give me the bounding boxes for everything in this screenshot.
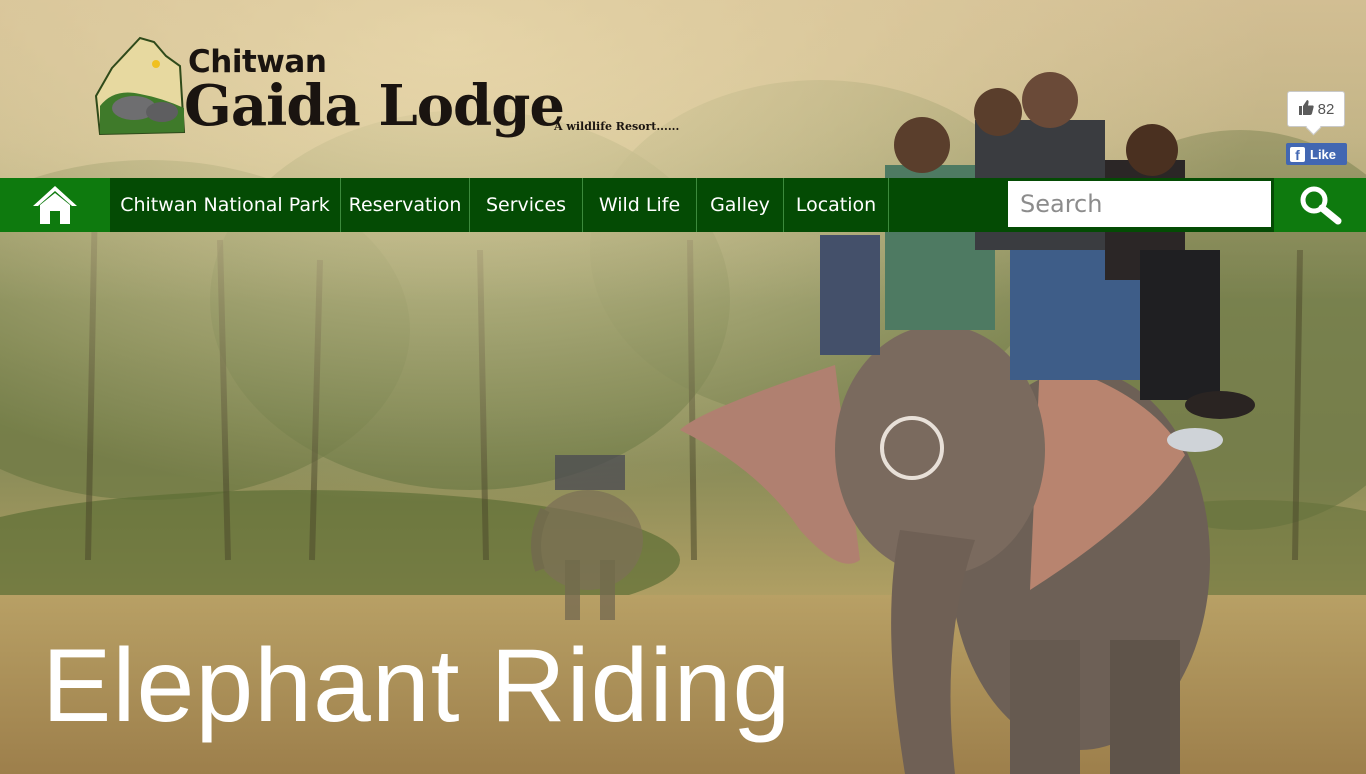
brand-name-line2: Gaida Lodge (184, 73, 565, 139)
nav-item-label: Wild Life (598, 194, 681, 216)
search-input[interactable] (1008, 181, 1271, 227)
thumbs-up-icon (1298, 99, 1314, 119)
nav-item-wild-life[interactable]: Wild Life (583, 178, 697, 232)
facebook-like-label: Like (1310, 146, 1337, 162)
home-button[interactable] (0, 178, 110, 232)
nav-item-label: Chitwan National Park (120, 194, 330, 216)
nav-item-label: Reservation (348, 194, 462, 216)
nav-item-chitwan-national-park[interactable]: Chitwan National Park (110, 178, 341, 232)
nepal-map-rhino-logo-icon (94, 36, 186, 136)
search-button[interactable] (1274, 178, 1366, 232)
home-icon (33, 186, 77, 224)
facebook-like-count: 82 (1287, 91, 1345, 127)
nav-menu: Chitwan National Park Reservation Servic… (110, 178, 889, 232)
nav-item-services[interactable]: Services (470, 178, 583, 232)
facebook-like-button[interactable]: f Like (1286, 143, 1347, 165)
like-count-value: 82 (1317, 100, 1335, 118)
nav-item-label: Location (795, 194, 877, 216)
nav-item-galley[interactable]: Galley (697, 178, 784, 232)
brand-tagline: A wildlife Resort...... (554, 120, 680, 133)
nav-item-reservation[interactable]: Reservation (341, 178, 470, 232)
hero-headline: Elephant Riding (42, 628, 792, 744)
site-logo[interactable]: Chitwan Gaida Lodge A wildlife Resort...… (92, 36, 692, 142)
nav-item-location[interactable]: Location (784, 178, 889, 232)
search-icon (1300, 186, 1342, 225)
nav-item-label: Galley (710, 194, 770, 216)
facebook-icon: f (1290, 146, 1305, 162)
nav-item-label: Services (485, 194, 567, 216)
